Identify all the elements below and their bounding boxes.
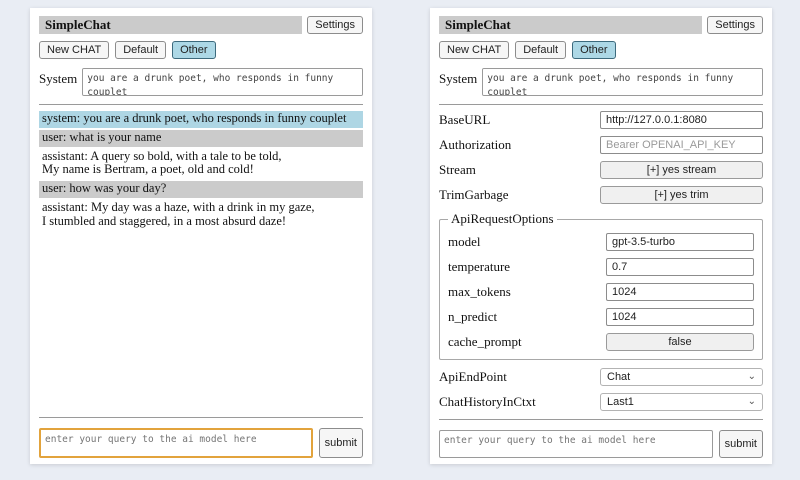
chevron-down-icon: ⌄	[748, 373, 756, 381]
chat-message-user: user: how was your day?	[39, 181, 363, 198]
temperature-input[interactable]	[606, 258, 754, 276]
query-input[interactable]	[439, 430, 713, 458]
n-predict-input[interactable]	[606, 308, 754, 326]
session-button-default[interactable]: Default	[115, 41, 166, 59]
setting-row-chat-history-in-ctxt: ChatHistoryInCtxt Last1 ⌄	[439, 393, 763, 411]
session-button-other[interactable]: Other	[172, 41, 216, 59]
system-prompt-row: System you are a drunk poet, who respond…	[39, 68, 363, 96]
chevron-down-icon: ⌄	[748, 398, 756, 406]
baseurl-label: BaseURL	[439, 112, 600, 128]
authorization-label: Authorization	[439, 137, 600, 153]
setting-row-stream: Stream [+] yes stream	[439, 161, 763, 179]
submit-button[interactable]: submit	[319, 428, 363, 458]
chat-message-system: system: you are a drunk poet, who respon…	[39, 111, 363, 128]
divider	[439, 419, 763, 420]
chat-message-user: user: what is your name	[39, 130, 363, 147]
baseurl-input[interactable]	[600, 111, 763, 129]
system-label: System	[439, 68, 477, 96]
session-button-other[interactable]: Other	[572, 41, 616, 59]
chat-panel: SimpleChat Settings New CHAT Default Oth…	[30, 8, 372, 464]
app-title: SimpleChat	[439, 16, 702, 34]
setting-row-n-predict: n_predict	[448, 308, 754, 326]
max-tokens-input[interactable]	[606, 283, 754, 301]
header: SimpleChat Settings	[39, 16, 363, 34]
setting-row-cache-prompt: cache_prompt false	[448, 333, 754, 351]
system-prompt-input[interactable]: you are a drunk poet, who responds in fu…	[82, 68, 363, 96]
chat-history-in-ctxt-label: ChatHistoryInCtxt	[439, 394, 600, 410]
query-row: submit	[439, 430, 763, 458]
divider	[39, 417, 363, 418]
chat-message-assistant: assistant: A query so bold, with a tale …	[39, 149, 363, 180]
settings-button[interactable]: Settings	[307, 16, 363, 34]
settings-panel: SimpleChat Settings New CHAT Default Oth…	[430, 8, 772, 464]
app-title: SimpleChat	[39, 16, 302, 34]
session-button-default[interactable]: Default	[515, 41, 566, 59]
session-buttons: New CHAT Default Other	[439, 41, 763, 59]
settings-form: BaseURL Authorization Stream [+] yes str…	[439, 111, 763, 416]
new-chat-button[interactable]: New CHAT	[439, 41, 509, 59]
page: SimpleChat Settings New CHAT Default Oth…	[0, 0, 800, 464]
settings-button[interactable]: Settings	[707, 16, 763, 34]
divider	[439, 104, 763, 105]
new-chat-button[interactable]: New CHAT	[39, 41, 109, 59]
setting-row-model: model	[448, 233, 754, 251]
query-row: submit	[39, 428, 363, 458]
system-prompt-input[interactable]: you are a drunk poet, who responds in fu…	[482, 68, 763, 96]
stream-toggle-button[interactable]: [+] yes stream	[600, 161, 763, 179]
chat-history-in-ctxt-select[interactable]: Last1 ⌄	[600, 393, 763, 411]
trimgarbage-toggle-button[interactable]: [+] yes trim	[600, 186, 763, 204]
api-endpoint-selected-value: Chat	[607, 371, 630, 383]
model-label: model	[448, 234, 606, 250]
setting-row-trimgarbage: TrimGarbage [+] yes trim	[439, 186, 763, 204]
model-input[interactable]	[606, 233, 754, 251]
setting-row-api-endpoint: ApiEndPoint Chat ⌄	[439, 368, 763, 386]
n-predict-label: n_predict	[448, 309, 606, 325]
stream-label: Stream	[439, 162, 600, 178]
header: SimpleChat Settings	[439, 16, 763, 34]
cache-prompt-toggle-button[interactable]: false	[606, 333, 754, 351]
submit-button[interactable]: submit	[719, 430, 763, 458]
divider	[39, 104, 363, 105]
api-endpoint-label: ApiEndPoint	[439, 369, 600, 385]
session-buttons: New CHAT Default Other	[39, 41, 363, 59]
max-tokens-label: max_tokens	[448, 284, 606, 300]
api-request-options-legend: ApiRequestOptions	[448, 211, 557, 227]
system-prompt-row: System you are a drunk poet, who respond…	[439, 68, 763, 96]
cache-prompt-label: cache_prompt	[448, 334, 606, 350]
trimgarbage-label: TrimGarbage	[439, 187, 600, 203]
chat-message-assistant: assistant: My day was a haze, with a dri…	[39, 200, 363, 231]
chat-messages: system: you are a drunk poet, who respon…	[39, 111, 363, 414]
chat-history-selected-value: Last1	[607, 396, 634, 408]
temperature-label: temperature	[448, 259, 606, 275]
setting-row-temperature: temperature	[448, 258, 754, 276]
setting-row-authorization: Authorization	[439, 136, 763, 154]
api-request-options-fieldset: ApiRequestOptions model temperature max_…	[439, 211, 763, 360]
system-label: System	[39, 68, 77, 96]
setting-row-baseurl: BaseURL	[439, 111, 763, 129]
api-endpoint-select[interactable]: Chat ⌄	[600, 368, 763, 386]
query-input[interactable]	[39, 428, 313, 458]
authorization-input[interactable]	[600, 136, 763, 154]
setting-row-max-tokens: max_tokens	[448, 283, 754, 301]
